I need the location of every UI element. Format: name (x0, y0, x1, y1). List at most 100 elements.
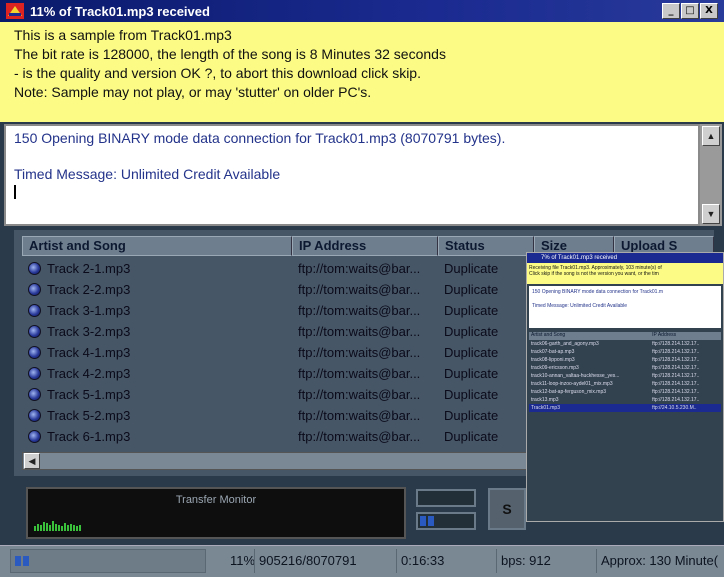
table-row[interactable]: Track 5-2.mp3 ftp://tom:waits@bar... Dupli… (22, 405, 534, 426)
status-bar: 11% 905216/8070791 0:16:33 bps: 912 Appr… (0, 545, 724, 577)
table-row[interactable]: Track 2-1.mp3 ftp://tom:waits@bar... Dupli… (22, 258, 534, 279)
nested-ip: ftp://128.214.132.17.. (652, 349, 700, 355)
status-text: Duplicate (444, 408, 499, 423)
side-button[interactable]: S (488, 488, 526, 530)
level-bar (46, 523, 48, 531)
level-bar (55, 524, 57, 531)
level-bar (67, 525, 69, 531)
status-text: Duplicate (444, 303, 499, 318)
table-row[interactable]: Track 3-1.mp3 ftp://tom:waits@bar... Dupli… (22, 300, 534, 321)
minimize-button[interactable]: _ (662, 3, 680, 19)
info-line: Note: Sample may not play, or may 'stutt… (14, 84, 372, 100)
nested-row: track11-loop-inzoo-aydel01_mix.mp3 ftp://… (529, 380, 721, 388)
music-disc-icon (28, 325, 41, 338)
table-row[interactable]: Track 6-1.mp3 ftp://tom:waits@bar... Dupli… (22, 426, 534, 447)
level-bar (40, 525, 42, 531)
nested-row: track12-bat-ap-ferguson_mix.mp3 ftp://128… (529, 388, 721, 396)
nested-song: track07-bat-ap.mp3 (531, 349, 575, 355)
song-name: Track 3-2.mp3 (47, 324, 131, 339)
ip-address: ftp://tom:waits@bar... (298, 303, 421, 318)
nested-ip: ftp://128.214.132.17.. (652, 381, 700, 387)
nested-row: track13.mp3 ftp://128.214.132.17.. (529, 396, 721, 404)
music-disc-icon (28, 262, 41, 275)
column-header-ip[interactable]: IP Address (292, 236, 438, 256)
level-bar (73, 525, 75, 531)
scroll-down-icon[interactable]: ▼ (702, 204, 720, 224)
scroll-up-icon[interactable]: ▲ (702, 126, 720, 146)
status-text: Duplicate (444, 324, 499, 339)
nested-window-screenshot: 7% of Track01.mp3 received Receiving fil… (526, 252, 724, 522)
column-header-status[interactable]: Status (438, 236, 534, 256)
info-line: This is a sample from Track01.mp3 (14, 27, 232, 43)
level-bar (37, 524, 39, 531)
nested-ip: ftp://128.214.132.17.. (652, 365, 700, 371)
nested-row-selected: Track01.mp3 ftp://24.10.5.230.M.. (529, 404, 721, 412)
progress-fill (15, 556, 29, 566)
nested-ip: ftp://128.214.132.17.. (652, 397, 700, 403)
status-text: Duplicate (444, 429, 499, 444)
music-disc-icon (28, 430, 41, 443)
nested-song: track11-loop-inzoo-aydel01_mix.mp3 (531, 381, 613, 387)
nested-ip: ftp://128.214.132.17.. (652, 389, 700, 395)
nested-ip: ftp://128.214.132.17.. (652, 357, 700, 363)
transfer-level-bars (34, 521, 81, 531)
status-text: Duplicate (444, 282, 499, 297)
song-name: Track 4-1.mp3 (47, 345, 131, 360)
window-controls: _ □ X (662, 3, 718, 19)
nested-info-panel: Receiving file Track01.mp3. Approximatel… (527, 263, 723, 284)
message-log[interactable]: 150 Opening BINARY mode data connection … (4, 124, 700, 226)
nested-log-line: Timed Message: Unlimited Credit Availabl… (532, 303, 628, 309)
transfer-monitor: Transfer Monitor (26, 487, 406, 539)
window-title: 11% of Track01.mp3 received (30, 3, 210, 19)
table-row[interactable]: Track 5-1.mp3 ftp://tom:waits@bar... Dupli… (22, 384, 534, 405)
music-disc-icon (28, 409, 41, 422)
ip-address: ftp://tom:waits@bar... (298, 429, 421, 444)
music-disc-icon (28, 367, 41, 380)
indicator-box (416, 489, 476, 507)
table-scrollbar[interactable]: ◀ (22, 452, 528, 470)
progress-bar (10, 549, 206, 573)
level-bar (43, 522, 45, 531)
app-icon (6, 3, 24, 19)
nested-song: track08-lipponi.mp3 (531, 357, 575, 363)
table-row[interactable]: Track 2-2.mp3 ftp://tom:waits@bar... Dupli… (22, 279, 534, 300)
nested-ip: ftp://128.214.132.17.. (652, 373, 700, 379)
ip-address: ftp://tom:waits@bar... (298, 366, 421, 381)
song-name: Track 2-2.mp3 (47, 282, 131, 297)
sample-info-panel: This is a sample from Track01.mp3 The bi… (0, 22, 724, 122)
level-bar (61, 526, 63, 531)
nested-column-header: Artist and Song (531, 332, 566, 338)
music-disc-icon (28, 283, 41, 296)
table-row[interactable]: Track 4-2.mp3 ftp://tom:waits@bar... Dupli… (22, 363, 534, 384)
log-line: Timed Message: Unlimited Credit Availabl… (14, 166, 281, 182)
scroll-left-icon[interactable]: ◀ (24, 453, 40, 469)
maximize-button[interactable]: □ (681, 3, 699, 19)
nested-song: track12-bat-ap-ferguson_mix.mp3 (531, 389, 607, 395)
status-text: Duplicate (444, 345, 499, 360)
level-bar (58, 525, 60, 531)
nested-row: track06-garth_and_agony.mp3 ftp://128.214… (529, 340, 721, 348)
log-scrollbar[interactable]: ▲ ▼ (700, 124, 722, 226)
nested-ip: ftp://128.214.132.17.. (652, 341, 700, 347)
nested-window-title: 7% of Track01.mp3 received (527, 253, 723, 263)
log-line: 150 Opening BINARY mode data connection … (14, 130, 506, 146)
level-bar (34, 526, 36, 531)
close-button[interactable]: X (700, 3, 718, 19)
transfer-monitor-label: Transfer Monitor (175, 494, 257, 506)
column-header-artist[interactable]: Artist and Song (22, 236, 292, 256)
activity-indicator (420, 516, 434, 526)
nested-info-line: Click skip if the song is not the versio… (529, 271, 659, 277)
ip-address: ftp://tom:waits@bar... (298, 345, 421, 360)
table-row[interactable]: Track 3-2.mp3 ftp://tom:waits@bar... Dupli… (22, 321, 534, 342)
remaining-time-text: Approx: 130 Minute( (596, 549, 724, 573)
track-list: Track 2-1.mp3 ftp://tom:waits@bar... Dupli… (22, 258, 534, 447)
table-row[interactable]: Track 4-1.mp3 ftp://tom:waits@bar... Dupli… (22, 342, 534, 363)
nested-message-log: 150 Opening BINARY mode data connection … (529, 286, 721, 328)
song-name: Track 4-2.mp3 (47, 366, 131, 381)
song-name: Track 6-1.mp3 (47, 429, 131, 444)
nested-song: track06-garth_and_agony.mp3 (531, 341, 599, 347)
music-disc-icon (28, 346, 41, 359)
level-bar (52, 521, 54, 531)
status-text: Duplicate (444, 261, 499, 276)
nested-song: track09-ericsson.mp3 (531, 365, 579, 371)
